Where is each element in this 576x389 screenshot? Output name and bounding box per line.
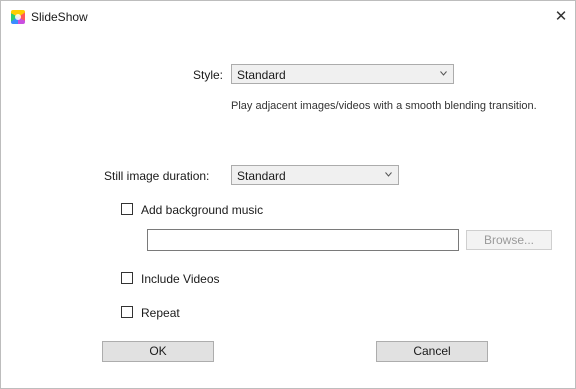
slideshow-dialog: SlideShow ✕ Style: Standard Play adjacen… (0, 0, 576, 389)
browse-button[interactable]: Browse... (466, 230, 552, 250)
style-label: Style: (193, 68, 224, 82)
cancel-button[interactable]: Cancel (376, 341, 488, 362)
music-path-input[interactable] (147, 229, 459, 251)
include-videos-checkbox[interactable] (121, 272, 133, 284)
repeat-checkbox[interactable] (121, 306, 133, 318)
slideshow-app-icon (11, 10, 25, 24)
include-videos-label[interactable]: Include Videos (141, 272, 220, 286)
still-image-duration-label: Still image duration: (104, 169, 210, 183)
style-dropdown-value: Standard (237, 68, 286, 82)
chevron-down-icon (440, 71, 447, 76)
background-music-label[interactable]: Add background music (141, 203, 263, 217)
ok-button[interactable]: OK (102, 341, 214, 362)
repeat-label[interactable]: Repeat (141, 306, 180, 320)
close-icon[interactable]: ✕ (549, 5, 573, 29)
style-description: Play adjacent images/videos with a smoot… (231, 100, 537, 112)
background-music-checkbox[interactable] (121, 203, 133, 215)
still-image-duration-dropdown[interactable]: Standard (231, 165, 399, 185)
title-bar: SlideShow ✕ (1, 1, 575, 33)
window-title: SlideShow (31, 10, 88, 24)
chevron-down-icon (385, 172, 392, 177)
duration-dropdown-value: Standard (237, 169, 286, 183)
style-dropdown[interactable]: Standard (231, 64, 454, 84)
